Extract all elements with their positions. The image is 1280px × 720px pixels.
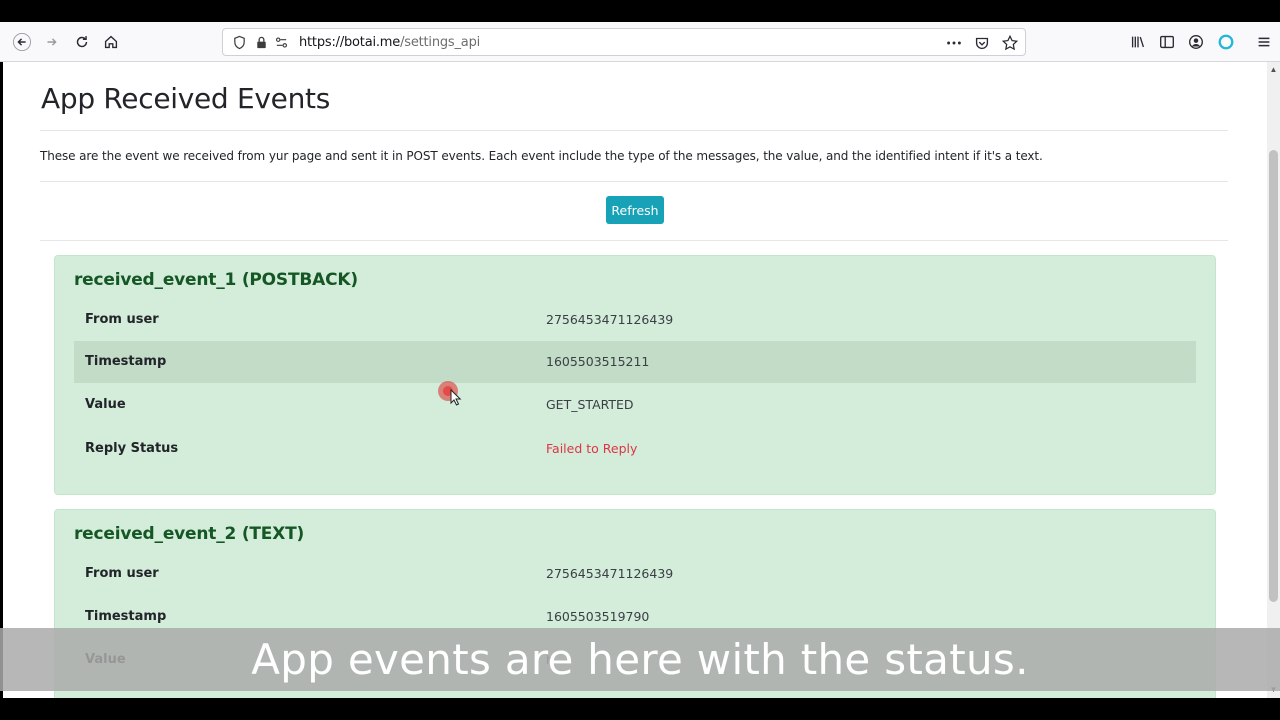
- row-value: 1605503515211: [546, 354, 650, 369]
- row-value: GET_STARTED: [546, 397, 634, 412]
- reload-icon[interactable]: [68, 28, 96, 56]
- back-arrow-icon[interactable]: [8, 28, 36, 56]
- forward-arrow-icon[interactable]: [38, 28, 66, 56]
- scrollbar-thumb[interactable]: [1269, 150, 1278, 602]
- more-dots-icon[interactable]: [943, 32, 965, 54]
- row-key: Value: [85, 397, 126, 412]
- video-caption: App events are here with the status.: [0, 628, 1280, 691]
- event-card: received_event_1 (POSTBACK) From user 27…: [54, 255, 1216, 495]
- divider: [40, 240, 1228, 241]
- page-description: These are the event we received from yur…: [40, 149, 1043, 163]
- sync-icon[interactable]: [1212, 28, 1240, 56]
- url-host: https://botai.me: [299, 34, 401, 50]
- divider: [40, 130, 1228, 131]
- row-key: From user: [85, 312, 159, 327]
- sidebar-icon[interactable]: [1153, 28, 1181, 56]
- event-row-from-user: From user 2756453471126439: [74, 553, 1196, 595]
- event-title: received_event_2 (TEXT): [74, 524, 305, 544]
- permissions-icon[interactable]: [271, 32, 291, 52]
- row-value: 2756453471126439: [546, 566, 674, 581]
- hamburger-menu-icon[interactable]: [1250, 28, 1278, 56]
- event-row-timestamp: Timestamp 1605503515211: [74, 341, 1196, 383]
- home-icon[interactable]: [97, 28, 125, 56]
- screen-frame: https://botai.me/settings_api App Receiv…: [0, 0, 1280, 720]
- row-key: Timestamp: [85, 609, 167, 624]
- pocket-icon[interactable]: [971, 32, 993, 54]
- tracking-shield-icon[interactable]: [229, 32, 249, 52]
- scroll-up-arrow-icon[interactable]: ▲: [1269, 65, 1278, 75]
- bottom-letterbox: [0, 698, 1280, 720]
- page-title: App Received Events: [41, 82, 330, 115]
- reply-status-value: Failed to Reply: [546, 441, 638, 456]
- event-row-reply-status: Reply Status Failed to Reply: [74, 428, 1196, 470]
- url-text[interactable]: https://botai.me/settings_api: [299, 35, 480, 50]
- top-letterbox: [0, 0, 1280, 22]
- page-scrollbar[interactable]: ▲ ▼: [1267, 62, 1280, 698]
- event-title: received_event_1 (POSTBACK): [74, 270, 358, 290]
- lock-icon[interactable]: [251, 32, 271, 52]
- url-path: /settings_api: [400, 34, 481, 50]
- divider: [40, 181, 1228, 182]
- browser-toolbar: https://botai.me/settings_api: [0, 22, 1280, 62]
- row-value: 1605503519790: [546, 609, 650, 624]
- bookmark-star-icon[interactable]: [999, 32, 1021, 54]
- event-row-from-user: From user 2756453471126439: [74, 299, 1196, 341]
- account-icon[interactable]: [1182, 28, 1210, 56]
- mouse-cursor-icon: [438, 381, 462, 406]
- event-row-value: Value GET_STARTED: [74, 384, 1196, 426]
- row-key: Reply Status: [85, 441, 179, 456]
- page-viewport: App Received Events These are the event …: [3, 62, 1267, 698]
- url-actions: [943, 32, 1021, 54]
- refresh-button[interactable]: Refresh: [606, 196, 664, 224]
- row-key: From user: [85, 566, 159, 581]
- row-key: Timestamp: [85, 354, 167, 369]
- library-icon[interactable]: [1124, 28, 1152, 56]
- row-value: 2756453471126439: [546, 312, 674, 327]
- address-bar[interactable]: https://botai.me/settings_api: [222, 28, 1026, 56]
